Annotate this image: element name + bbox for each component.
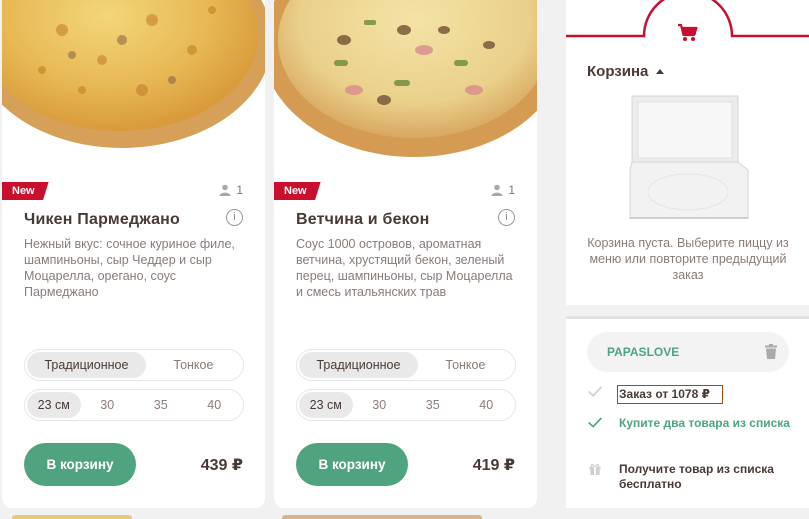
condition-text[interactable]: Купите два товара из списка <box>619 416 790 431</box>
size-option-30[interactable]: 30 <box>81 392 135 418</box>
dough-option-traditional[interactable]: Традиционное <box>27 352 146 378</box>
product-card-ham-bacon: New 1 Ветчина и бекон i Соус 1000 остров… <box>274 0 537 508</box>
size-selector: 23 см 30 35 40 <box>296 389 516 421</box>
condition-text: Заказ от 1078 ₽ <box>617 385 723 404</box>
cart-title-label: Корзина <box>587 63 649 80</box>
cart-title[interactable]: Корзина <box>587 63 665 80</box>
empty-pizza-box-icon <box>629 95 749 219</box>
promo-panel: PAPASLOVE Заказ от 1078 ₽ Купите два тов… <box>566 316 809 508</box>
promo-code-field[interactable]: PAPASLOVE <box>587 332 789 372</box>
person-icon <box>219 184 231 196</box>
check-icon <box>588 417 603 428</box>
product-price: 419 ₽ <box>472 457 515 474</box>
condition-text: Получите товар из списка бесплатно <box>619 462 774 491</box>
product-description: Нежный вкус: сочное куриное филе, шампин… <box>24 237 235 299</box>
add-to-cart-button[interactable]: В корзину <box>296 443 408 486</box>
caret-up-icon <box>656 69 665 74</box>
size-option-23[interactable]: 23 см <box>299 392 353 418</box>
page: New 1 Чикен Пармеджано i Нежный вкус: со… <box>0 0 809 519</box>
trash-icon[interactable] <box>765 344 777 359</box>
next-row-peek <box>282 515 482 519</box>
info-icon[interactable]: i <box>226 209 243 226</box>
check-icon <box>588 386 603 397</box>
dough-option-thin[interactable]: Тонкое <box>418 352 513 378</box>
promo-condition-min-order: Заказ от 1078 ₽ <box>587 385 723 404</box>
dough-option-traditional[interactable]: Традиционное <box>299 352 418 378</box>
dough-selector: Традиционное Тонкое <box>296 349 516 381</box>
new-badge: New <box>2 182 49 200</box>
gift-icon <box>589 463 601 475</box>
cart-empty-message: Корзина пуста. Выберите пиццу из меню ил… <box>587 236 789 282</box>
promo-condition-free-item: Получите товар из списка бесплатно <box>587 462 809 492</box>
size-option-40[interactable]: 40 <box>460 392 514 418</box>
size-option-35[interactable]: 35 <box>134 392 188 418</box>
product-title[interactable]: Ветчина и бекон <box>296 211 430 229</box>
pizza-image[interactable] <box>274 0 537 165</box>
cart-panel: Корзина Корзина пуста. Выберите пиццу из… <box>566 0 809 305</box>
product-price: 439 ₽ <box>200 457 243 474</box>
pizza-image[interactable] <box>2 0 265 165</box>
product-card-chicken-parmigiano: New 1 Чикен Пармеджано i Нежный вкус: со… <box>2 0 265 508</box>
size-selector: 23 см 30 35 40 <box>24 389 244 421</box>
dough-selector: Традиционное Тонкое <box>24 349 244 381</box>
info-icon[interactable]: i <box>498 209 515 226</box>
persons-count: 1 <box>219 183 243 197</box>
dough-option-thin[interactable]: Тонкое <box>146 352 241 378</box>
promo-code: PAPASLOVE <box>607 345 680 359</box>
product-title[interactable]: Чикен Пармеджано <box>24 211 180 229</box>
product-description: Соус 1000 островов, ароматная ветчина, х… <box>296 237 513 299</box>
persons-count: 1 <box>491 183 515 197</box>
cart-icon[interactable] <box>677 23 699 43</box>
size-option-23[interactable]: 23 см <box>27 392 81 418</box>
persons-value: 1 <box>508 183 515 197</box>
person-icon <box>491 184 503 196</box>
promo-condition-buy-two: Купите два товара из списка <box>587 416 790 431</box>
size-option-30[interactable]: 30 <box>353 392 407 418</box>
next-row-peek <box>12 515 132 519</box>
persons-value: 1 <box>236 183 243 197</box>
size-option-35[interactable]: 35 <box>406 392 460 418</box>
size-option-40[interactable]: 40 <box>188 392 242 418</box>
new-badge: New <box>274 182 321 200</box>
add-to-cart-button[interactable]: В корзину <box>24 443 136 486</box>
